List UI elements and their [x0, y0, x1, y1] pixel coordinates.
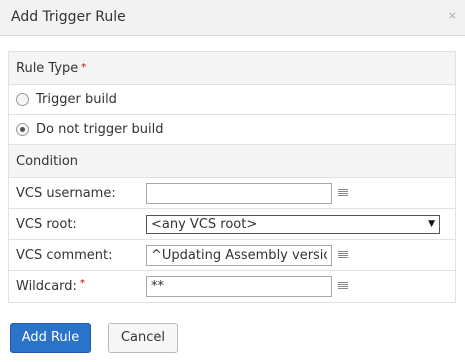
radio-trigger-build[interactable]: Trigger build	[9, 85, 455, 115]
wildcard-label: Wildcard: *	[16, 278, 85, 294]
radio-label: Trigger build	[36, 92, 117, 107]
radio-label: Do not trigger build	[36, 122, 164, 137]
list-icon[interactable]	[338, 251, 348, 259]
trigger-rule-form: Rule Type * Trigger build Do not trigger …	[8, 51, 456, 303]
vcs-comment-input[interactable]	[146, 245, 332, 266]
vcs-username-label: VCS username:	[16, 186, 116, 201]
vcs-root-select[interactable]: <any VCS root> ▼	[146, 215, 440, 234]
required-mark: *	[79, 278, 85, 289]
radio-button-checked[interactable]	[16, 123, 29, 136]
close-icon[interactable]: ×	[448, 9, 457, 23]
dialog-title: Add Trigger Rule	[11, 9, 126, 25]
wildcard-label-text: Wildcard:	[16, 279, 77, 294]
list-icon[interactable]	[338, 189, 348, 197]
radio-do-not-trigger-build[interactable]: Do not trigger build	[9, 115, 455, 145]
dialog-titlebar: Add Trigger Rule ×	[0, 0, 465, 36]
cancel-button[interactable]: Cancel	[108, 323, 178, 353]
vcs-root-selected: <any VCS root>	[151, 217, 258, 232]
radio-button[interactable]	[16, 93, 29, 106]
list-icon[interactable]	[338, 282, 348, 290]
triangle-down-icon: ▼	[428, 219, 435, 229]
condition-header: Condition	[9, 145, 455, 178]
add-rule-button[interactable]: Add Rule	[10, 323, 91, 353]
vcs-root-label: VCS root:	[16, 217, 77, 232]
vcs-comment-label: VCS comment:	[16, 248, 113, 263]
condition-label: Condition	[16, 154, 79, 169]
vcs-username-input[interactable]	[146, 183, 332, 204]
vcs-root-row: VCS root: <any VCS root> ▼	[9, 209, 455, 240]
required-mark: *	[81, 62, 87, 73]
rule-type-header: Rule Type *	[9, 52, 455, 85]
rule-type-label: Rule Type	[16, 61, 79, 76]
wildcard-row: Wildcard: *	[9, 271, 455, 302]
vcs-username-row: VCS username:	[9, 178, 455, 209]
add-trigger-rule-dialog: Add Trigger Rule × Rule Type * Trigger bu…	[0, 0, 465, 362]
wildcard-input[interactable]	[146, 276, 332, 297]
vcs-comment-row: VCS comment:	[9, 240, 455, 271]
